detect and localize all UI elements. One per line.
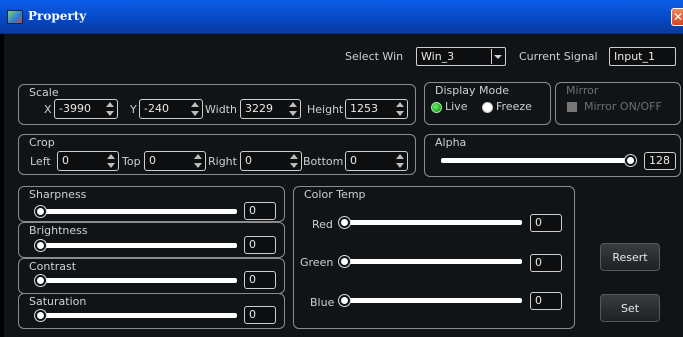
alpha-group: Alpha — [424, 134, 681, 177]
scale-height-spinbox[interactable]: 1253 — [345, 99, 408, 119]
scale-y-label: Y — [130, 103, 137, 116]
crop-left-label: Left — [30, 155, 51, 168]
select-win-label: Select Win — [345, 50, 404, 63]
window-title: Property — [28, 9, 87, 23]
green-slider-handle[interactable] — [339, 256, 350, 267]
live-label[interactable]: Live — [445, 100, 467, 113]
crop-right-spinbox[interactable]: 0 — [240, 151, 302, 171]
alpha-value[interactable]: 128 — [644, 152, 676, 170]
scale-width-value: 3229 — [245, 102, 273, 115]
sharpness-slider-handle[interactable] — [35, 206, 46, 217]
scale-height-value: 1253 — [350, 102, 378, 115]
sharpness-slider-track[interactable] — [40, 209, 237, 214]
current-signal-label: Current Signal — [519, 50, 598, 63]
color-temp-title: Color Temp — [302, 188, 368, 201]
scale-width-label: Width — [205, 103, 237, 116]
crop-bottom-value: 0 — [350, 154, 357, 167]
contrast-slider-track[interactable] — [40, 278, 237, 283]
display-mode-title: Display Mode — [433, 84, 512, 97]
crop-top-label: Top — [122, 155, 141, 168]
mirror-option-label: Mirror ON/OFF — [584, 100, 662, 113]
select-win-value: Win_3 — [421, 50, 455, 63]
saturation-slider-handle[interactable] — [35, 310, 46, 321]
saturation-slider-track[interactable] — [40, 313, 237, 318]
red-value[interactable]: 0 — [530, 214, 562, 232]
mirror-title: Mirror — [564, 84, 601, 97]
current-signal-field[interactable]: Input_1 — [609, 47, 676, 66]
scale-width-spinbox[interactable]: 3229 — [240, 99, 301, 119]
scale-x-spinbox[interactable]: -3990 — [54, 99, 118, 119]
resert-button[interactable]: Resert — [600, 243, 660, 271]
green-label: Green — [300, 256, 334, 269]
saturation-value[interactable]: 0 — [244, 306, 276, 324]
crop-left-value: 0 — [62, 154, 69, 167]
crop-bottom-label: Bottom — [303, 155, 344, 168]
crop-title: Crop — [27, 136, 57, 149]
brightness-label: Brightness — [27, 224, 90, 237]
crop-right-label: Right — [208, 155, 237, 168]
green-slider-track[interactable] — [344, 259, 522, 264]
blue-slider-track[interactable] — [344, 298, 522, 303]
sharpness-label: Sharpness — [27, 188, 89, 201]
saturation-label: Saturation — [27, 295, 89, 308]
green-value[interactable]: 0 — [530, 254, 562, 272]
contrast-value[interactable]: 0 — [244, 271, 276, 289]
close-button[interactable]: ✕ — [671, 8, 683, 26]
scale-y-value: -240 — [144, 102, 169, 115]
select-win-dropdown[interactable]: Win_3 — [416, 47, 506, 66]
scale-x-value: -3990 — [59, 102, 91, 115]
scale-y-spinbox[interactable]: -240 — [139, 99, 203, 119]
spin-arrows-icon[interactable] — [190, 101, 200, 117]
mirror-checkbox[interactable] — [567, 102, 577, 112]
app-icon — [7, 10, 23, 24]
spin-arrows-icon[interactable] — [288, 101, 298, 117]
alpha-slider-track[interactable] — [441, 158, 630, 163]
scale-x-label: X — [44, 103, 52, 116]
crop-top-value: 0 — [149, 154, 156, 167]
contrast-label: Contrast — [27, 260, 79, 273]
chevron-down-icon[interactable] — [491, 49, 503, 64]
alpha-title: Alpha — [433, 136, 469, 149]
spin-arrows-icon[interactable] — [193, 153, 203, 169]
blue-value[interactable]: 0 — [530, 292, 562, 310]
blue-slider-handle[interactable] — [339, 295, 350, 306]
freeze-label[interactable]: Freeze — [496, 100, 532, 113]
spin-arrows-icon[interactable] — [395, 101, 405, 117]
set-button[interactable]: Set — [600, 294, 660, 322]
brightness-slider-track[interactable] — [40, 243, 237, 248]
sharpness-value[interactable]: 0 — [244, 202, 276, 220]
crop-top-spinbox[interactable]: 0 — [144, 151, 206, 171]
property-panel: Select Win Win_3 Current Signal Input_1 … — [4, 34, 683, 337]
brightness-value[interactable]: 0 — [244, 236, 276, 254]
red-label: Red — [312, 218, 333, 231]
scale-title: Scale — [27, 86, 61, 99]
blue-label: Blue — [310, 296, 335, 309]
title-bar: Property ✕ — [0, 0, 683, 34]
red-slider-track[interactable] — [344, 220, 522, 225]
freeze-radio[interactable] — [482, 102, 493, 113]
spin-arrows-icon[interactable] — [106, 153, 116, 169]
alpha-slider-handle[interactable] — [625, 155, 636, 166]
scale-height-label: Height — [307, 103, 344, 116]
spin-arrows-icon[interactable] — [289, 153, 299, 169]
brightness-slider-handle[interactable] — [35, 240, 46, 251]
spin-arrows-icon[interactable] — [105, 101, 115, 117]
crop-left-spinbox[interactable]: 0 — [57, 151, 119, 171]
crop-bottom-spinbox[interactable]: 0 — [345, 151, 408, 171]
crop-right-value: 0 — [245, 154, 252, 167]
spin-arrows-icon[interactable] — [395, 153, 405, 169]
live-radio[interactable] — [431, 102, 442, 113]
contrast-slider-handle[interactable] — [35, 275, 46, 286]
red-slider-handle[interactable] — [339, 217, 350, 228]
